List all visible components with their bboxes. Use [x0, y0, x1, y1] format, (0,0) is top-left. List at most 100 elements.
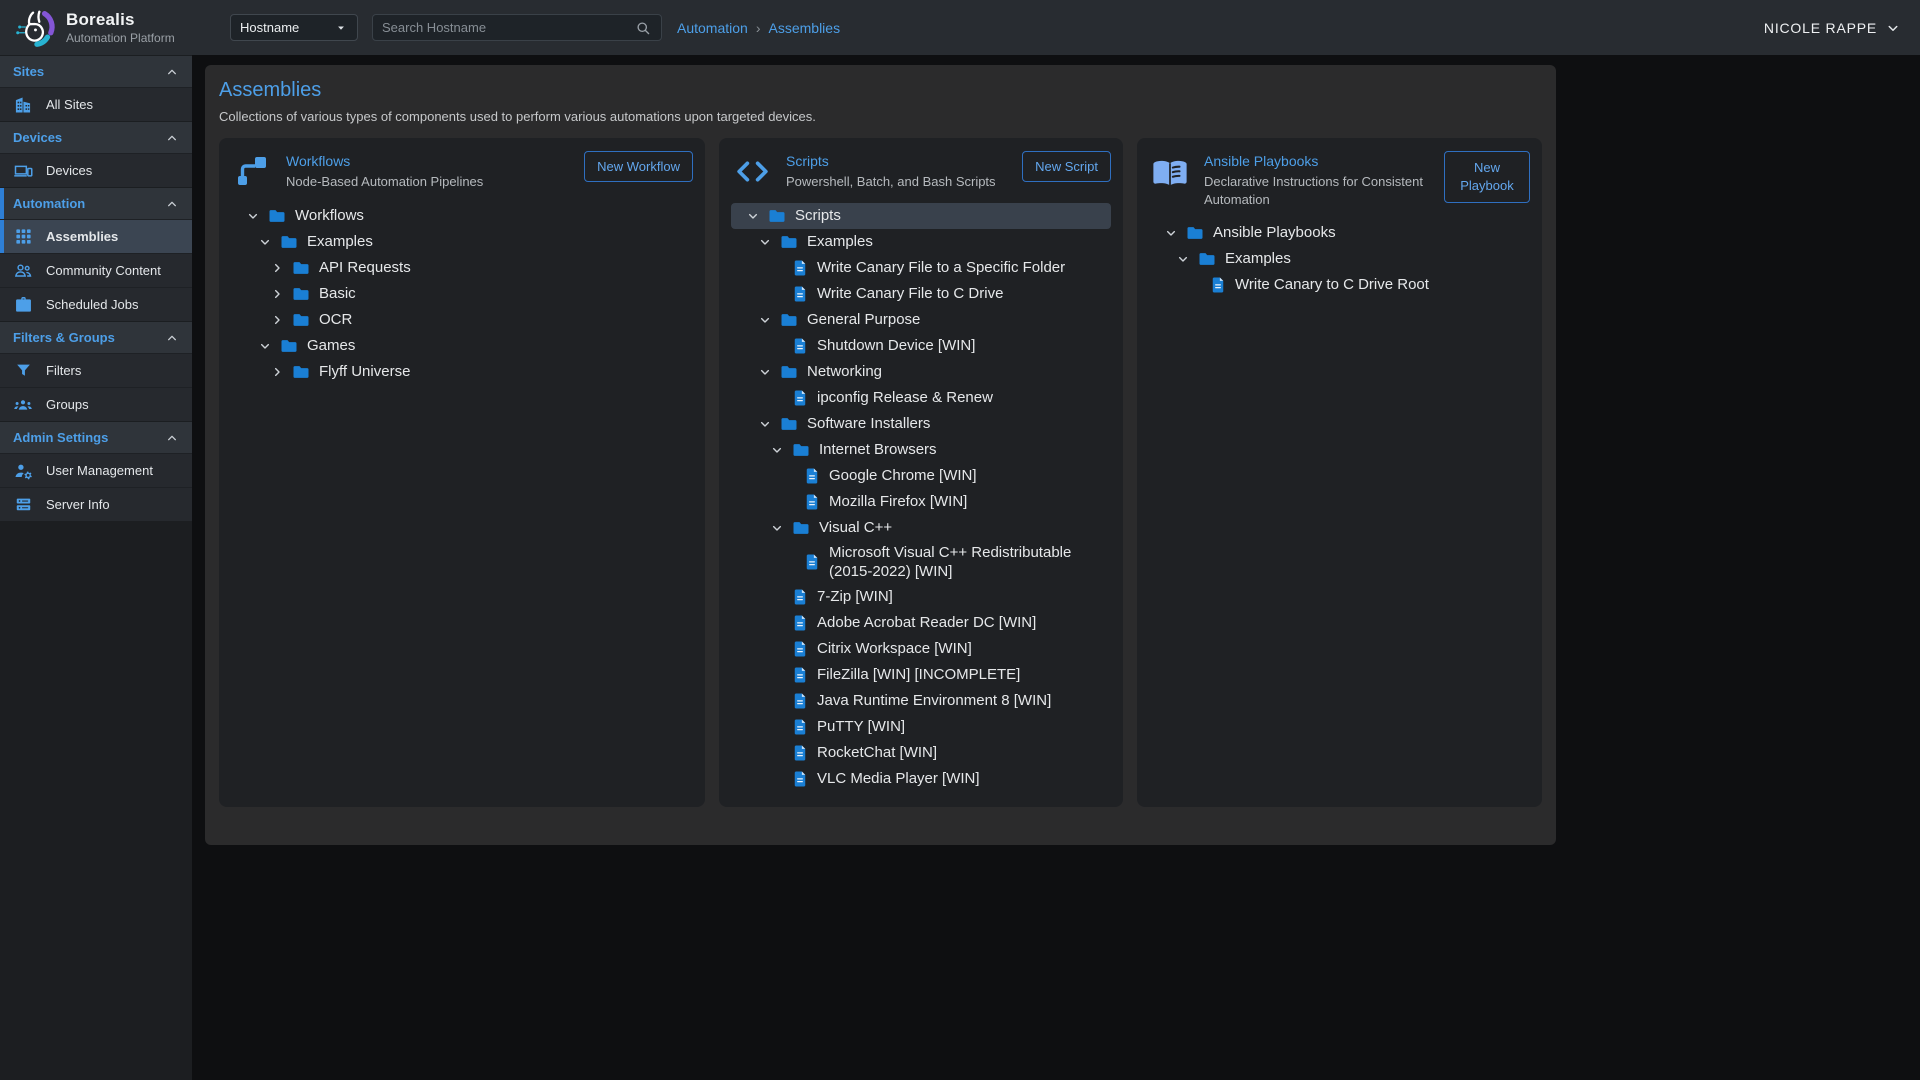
workflow-icon — [234, 153, 270, 191]
new-playbook-button[interactable]: New Playbook — [1444, 151, 1530, 203]
sidebar-section-label: Admin Settings — [13, 430, 108, 445]
chevron-right-icon[interactable] — [269, 286, 291, 302]
chevron-down-icon[interactable] — [769, 442, 791, 458]
chevron-right-icon[interactable] — [269, 260, 291, 276]
tree-item-basic[interactable]: Basic — [231, 281, 693, 307]
tree-item-general-purpose[interactable]: General Purpose — [731, 307, 1111, 333]
tree-item-examples[interactable]: Examples — [1149, 246, 1530, 272]
workflows-card-titles: WorkflowsNode-Based Automation Pipelines — [286, 151, 483, 191]
scripts-tree: ScriptsExamplesWrite Canary File to a Sp… — [731, 203, 1111, 792]
chevron-up-icon[interactable] — [164, 330, 180, 346]
sidebar-section-automation[interactable]: Automation — [0, 187, 192, 219]
tree-item-examples[interactable]: Examples — [731, 229, 1111, 255]
chevron-down-icon[interactable] — [257, 234, 279, 250]
chevron-up-icon[interactable] — [164, 130, 180, 146]
tree-item-ipconfig-release-renew[interactable]: ipconfig Release & Renew — [731, 385, 1111, 411]
chevron-down-icon[interactable] — [757, 234, 779, 250]
tree-item-mozilla-firefox-win[interactable]: Mozilla Firefox [WIN] — [731, 489, 1111, 515]
tree-item-label: Internet Browsers — [819, 438, 941, 462]
tree-item-write-canary-file-to-a-specific-folder[interactable]: Write Canary File to a Specific Folder — [731, 255, 1111, 281]
chevron-down-icon[interactable] — [1163, 225, 1185, 241]
tree-item-ocr[interactable]: OCR — [231, 307, 693, 333]
tree-item-write-canary-to-c-drive-root[interactable]: Write Canary to C Drive Root — [1149, 272, 1530, 298]
tree-item-label: Flyff Universe — [319, 360, 414, 384]
grid-icon — [13, 227, 33, 246]
sidebar-item-all-sites[interactable]: All Sites — [0, 87, 192, 121]
sidebar-item-devices[interactable]: Devices — [0, 153, 192, 187]
chevron-down-icon[interactable] — [245, 208, 267, 224]
tree-item-filezilla-win-incomplete[interactable]: FileZilla [WIN] [INCOMPLETE] — [731, 662, 1111, 688]
tree-item-software-installers[interactable]: Software Installers — [731, 411, 1111, 437]
sidebar-item-assemblies[interactable]: Assemblies — [0, 219, 192, 253]
hostname-select-value: Hostname — [240, 20, 299, 35]
sidebar-item-server-info[interactable]: Server Info — [0, 487, 192, 521]
search-input[interactable] — [382, 20, 634, 35]
new-workflow-button[interactable]: New Workflow — [584, 151, 693, 182]
file-icon — [791, 285, 809, 303]
tree-item-label: Microsoft Visual C++ Redistributable (20… — [829, 541, 1111, 584]
tree-item-label: Scripts — [795, 204, 845, 228]
tree-item-putty-win[interactable]: PuTTY [WIN] — [731, 714, 1111, 740]
tree-item-label: Examples — [1225, 247, 1295, 271]
chevron-up-icon[interactable] — [164, 64, 180, 80]
new-script-button[interactable]: New Script — [1022, 151, 1111, 182]
folder-icon — [291, 284, 311, 304]
chevron-down-icon[interactable] — [757, 364, 779, 380]
scripts-card-title: Scripts — [786, 153, 996, 169]
tree-item-examples[interactable]: Examples — [231, 229, 693, 255]
user-menu[interactable]: NICOLE RAPPE — [1764, 19, 1902, 37]
file-icon — [803, 467, 821, 485]
tree-item-label: General Purpose — [807, 308, 924, 332]
borealis-logo-icon — [12, 5, 58, 51]
brand[interactable]: Borealis Automation Platform — [12, 5, 208, 51]
chevron-down-icon[interactable] — [745, 208, 767, 224]
sidebar-item-filters[interactable]: Filters — [0, 353, 192, 387]
tree-item-internet-browsers[interactable]: Internet Browsers — [731, 437, 1111, 463]
tree-item-google-chrome-win[interactable]: Google Chrome [WIN] — [731, 463, 1111, 489]
sidebar-section-admin-settings[interactable]: Admin Settings — [0, 421, 192, 453]
chevron-down-icon[interactable] — [769, 520, 791, 536]
chevron-up-icon[interactable] — [164, 430, 180, 446]
tree-item-workflows[interactable]: Workflows — [231, 203, 693, 229]
sidebar-section-devices[interactable]: Devices — [0, 121, 192, 153]
workflows-card: WorkflowsNode-Based Automation Pipelines… — [219, 138, 705, 807]
tree-item-label: VLC Media Player [WIN] — [817, 767, 984, 791]
file-icon — [791, 692, 809, 710]
hostname-select[interactable]: Hostname — [230, 14, 358, 41]
tree-item-adobe-acrobat-reader-dc-win[interactable]: Adobe Acrobat Reader DC [WIN] — [731, 610, 1111, 636]
folder-icon — [1185, 223, 1205, 243]
chevron-down-icon[interactable] — [757, 416, 779, 432]
chevron-down-icon[interactable] — [1175, 251, 1197, 267]
sidebar-item-scheduled-jobs[interactable]: Scheduled Jobs — [0, 287, 192, 321]
chevron-down-icon[interactable] — [757, 312, 779, 328]
tree-item-flyff-universe[interactable]: Flyff Universe — [231, 359, 693, 385]
tree-item-ansible-playbooks[interactable]: Ansible Playbooks — [1149, 220, 1530, 246]
tree-item-games[interactable]: Games — [231, 333, 693, 359]
chevron-right-icon[interactable] — [269, 364, 291, 380]
sidebar-item-groups[interactable]: Groups — [0, 387, 192, 421]
tree-item-write-canary-file-to-c-drive[interactable]: Write Canary File to C Drive — [731, 281, 1111, 307]
tree-item-microsoft-visual-c-redistributable-2015-2022-win[interactable]: Microsoft Visual C++ Redistributable (20… — [731, 541, 1111, 584]
tree-item-networking[interactable]: Networking — [731, 359, 1111, 385]
tree-item-api-requests[interactable]: API Requests — [231, 255, 693, 281]
search-icon[interactable] — [634, 19, 652, 37]
tree-item-java-runtime-environment-8-win[interactable]: Java Runtime Environment 8 [WIN] — [731, 688, 1111, 714]
tree-item-citrix-workspace-win[interactable]: Citrix Workspace [WIN] — [731, 636, 1111, 662]
sidebar-item-user-management[interactable]: User Management — [0, 453, 192, 487]
tree-item-7-zip-win[interactable]: 7-Zip [WIN] — [731, 584, 1111, 610]
chevron-down-icon[interactable] — [257, 338, 279, 354]
sidebar-item-label: Devices — [46, 163, 92, 178]
sidebar-item-community-content[interactable]: Community Content — [0, 253, 192, 287]
sidebar-section-filters-groups[interactable]: Filters & Groups — [0, 321, 192, 353]
people-icon — [13, 260, 33, 281]
breadcrumb-assemblies[interactable]: Assemblies — [769, 20, 841, 36]
tree-item-vlc-media-player-win[interactable]: VLC Media Player [WIN] — [731, 766, 1111, 792]
chevron-up-icon[interactable] — [164, 196, 180, 212]
tree-item-visual-c[interactable]: Visual C++ — [731, 515, 1111, 541]
breadcrumb-automation[interactable]: Automation — [677, 20, 748, 36]
tree-item-shutdown-device-win[interactable]: Shutdown Device [WIN] — [731, 333, 1111, 359]
tree-item-scripts[interactable]: Scripts — [731, 203, 1111, 229]
chevron-right-icon[interactable] — [269, 312, 291, 328]
sidebar-section-sites[interactable]: Sites — [0, 55, 192, 87]
tree-item-rocketchat-win[interactable]: RocketChat [WIN] — [731, 740, 1111, 766]
